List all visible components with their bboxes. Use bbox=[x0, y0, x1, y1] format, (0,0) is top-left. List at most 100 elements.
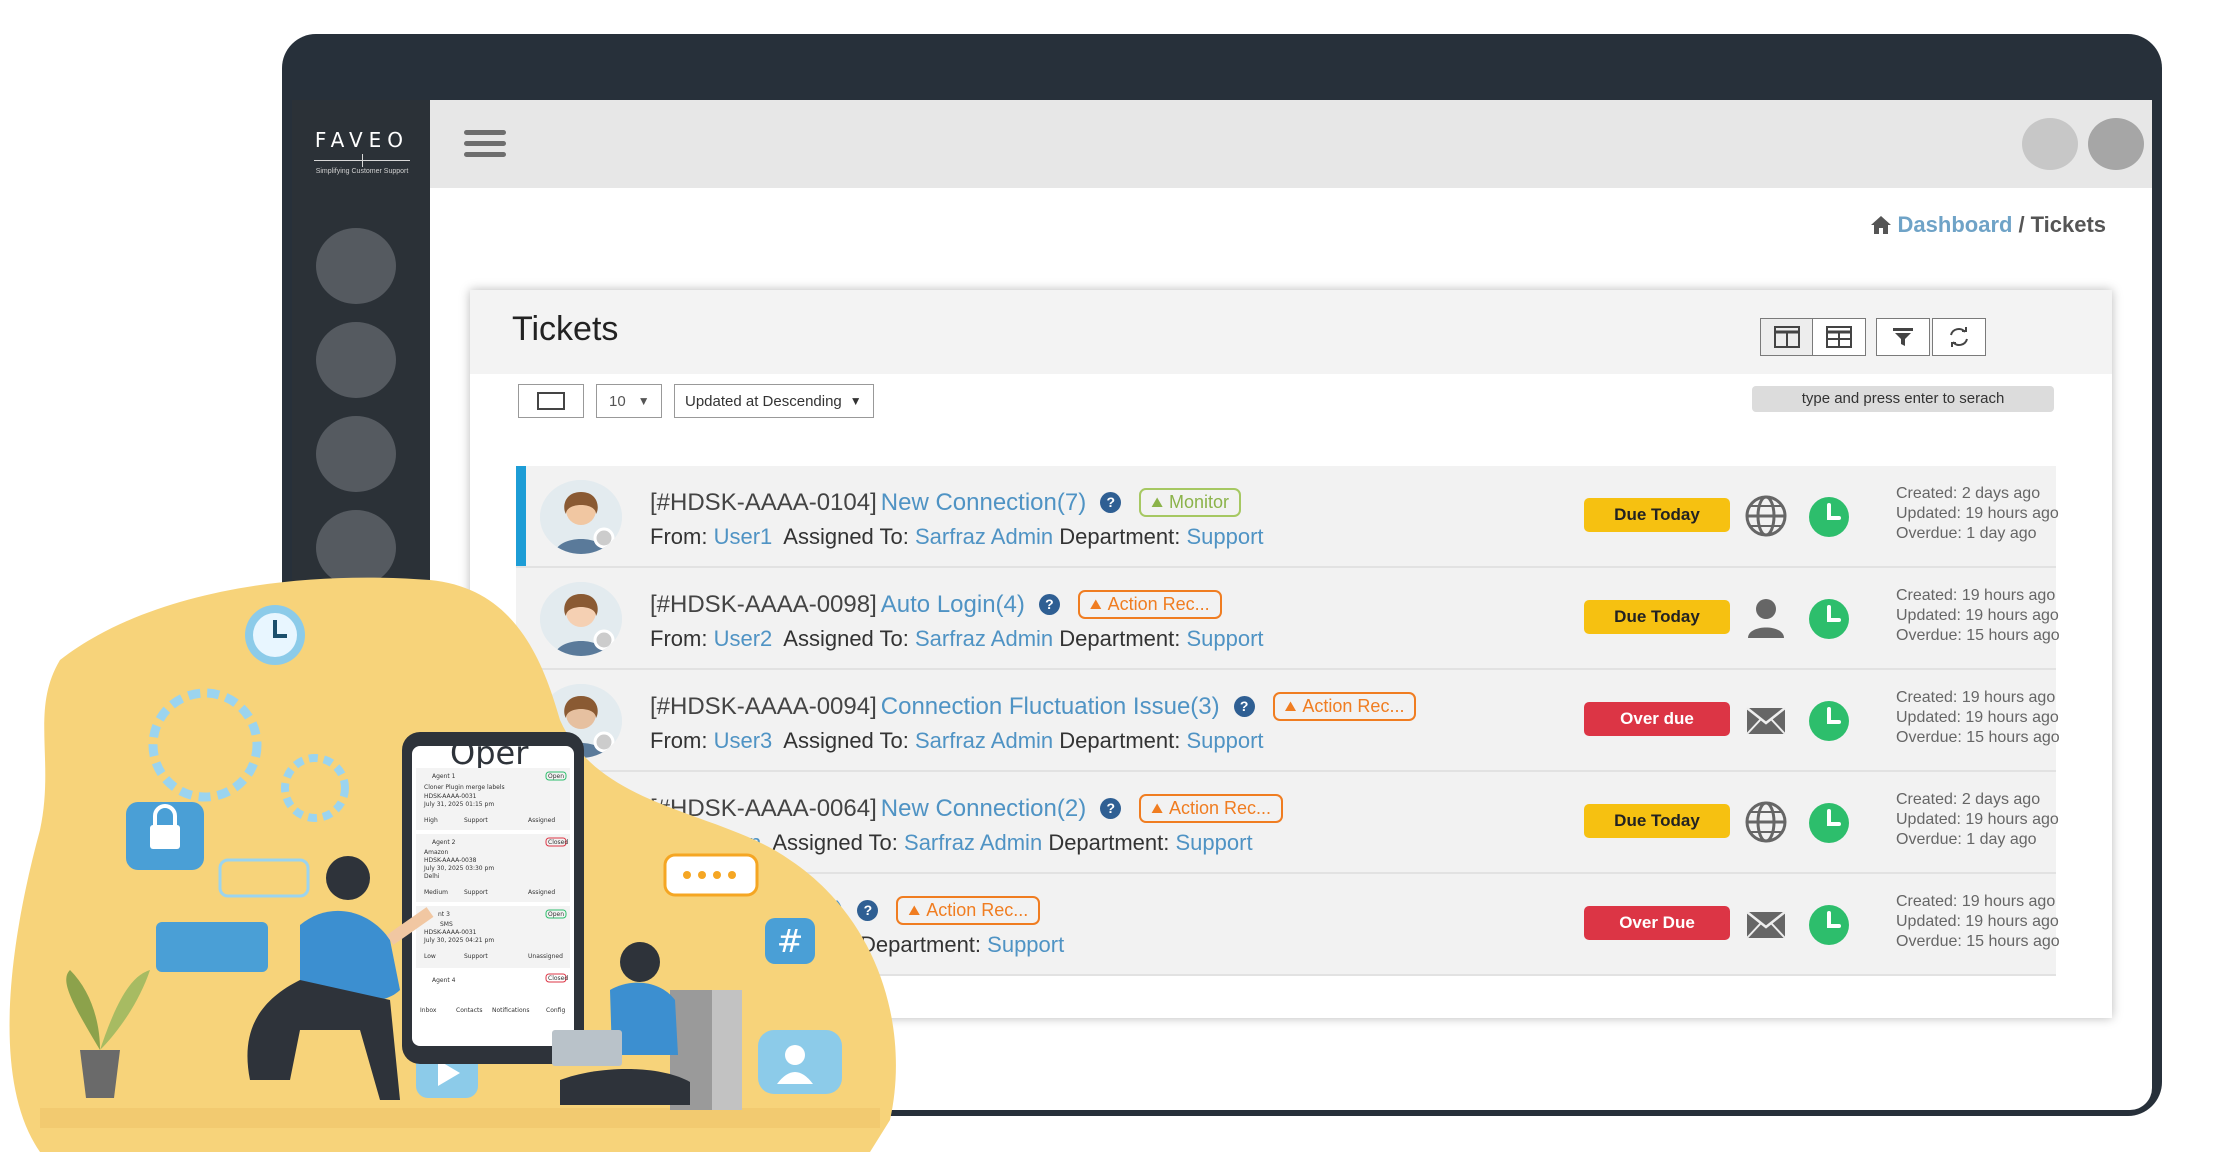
assigned-agent-link[interactable]: Sarfraz Admin bbox=[904, 830, 1042, 855]
filter-button[interactable] bbox=[1876, 318, 1930, 356]
breadcrumb: Dashboard / Tickets bbox=[1870, 212, 2106, 238]
help-icon[interactable]: ? bbox=[1038, 594, 1060, 615]
search-input[interactable]: type and press enter to serach bbox=[1752, 386, 2054, 412]
overdue-time: Overdue: 15 hours ago bbox=[1896, 627, 2060, 644]
due-status-badge: Due Today bbox=[1584, 804, 1730, 838]
overdue-time: Overdue: 15 hours ago bbox=[1896, 933, 2060, 950]
user-avatar[interactable] bbox=[2088, 118, 2144, 170]
created-time: Created: 19 hours ago bbox=[1896, 587, 2056, 604]
refresh-icon bbox=[1950, 327, 1968, 347]
svg-text:Low: Low bbox=[424, 953, 436, 960]
refresh-button[interactable] bbox=[1932, 318, 1986, 356]
table-view-button[interactable] bbox=[1812, 318, 1866, 356]
ticket-timestamps: Created: 19 hours ago Updated: 19 hours a… bbox=[1896, 586, 2060, 646]
department-link[interactable]: Support bbox=[1186, 524, 1263, 549]
svg-text:Assigned: Assigned bbox=[528, 817, 555, 824]
notification-avatar[interactable] bbox=[2022, 118, 2078, 170]
table-icon bbox=[1826, 326, 1852, 348]
department-label: Department: bbox=[1048, 830, 1170, 855]
updated-time: Updated: 19 hours ago bbox=[1896, 607, 2059, 624]
svg-text:Agent 4: Agent 4 bbox=[432, 977, 456, 984]
tag-icon: ⛰ bbox=[1089, 596, 1102, 612]
assigned-agent-link[interactable]: Sarfraz Admin bbox=[915, 728, 1053, 753]
svg-text:Support: Support bbox=[464, 889, 488, 896]
logo-divider bbox=[314, 154, 410, 168]
department-label: Department: bbox=[1059, 626, 1181, 651]
svg-text:HDSK-AAAA-0038: HDSK-AAAA-0038 bbox=[424, 857, 477, 864]
ticket-subject[interactable]: Connection Fluctuation Issue(3) bbox=[881, 693, 1220, 721]
tag-icon: ⛰ bbox=[1284, 698, 1297, 714]
ticket-label-tag[interactable]: ⛰ Action Rec... bbox=[1272, 692, 1417, 721]
tag-icon: ⛰ bbox=[1151, 800, 1163, 816]
clock-icon bbox=[1808, 700, 1850, 742]
avatar bbox=[540, 480, 622, 554]
svg-text:Agent 1: Agent 1 bbox=[432, 773, 456, 780]
ticket-label-tag[interactable]: ⛰ Action Rec... bbox=[1077, 590, 1222, 619]
table-row[interactable]: [#HDSK-AAAA-0104] New Connection(7)? ⛰ Moni… bbox=[516, 466, 2059, 568]
svg-text:Delhi: Delhi bbox=[424, 873, 440, 880]
mail-icon bbox=[1744, 902, 1794, 946]
ticket-id[interactable]: [#HDSK-AAAA-0104] bbox=[650, 489, 877, 517]
ticket-label-tag[interactable]: ⛰ Action Rec... bbox=[1139, 794, 1284, 823]
from-label: From: bbox=[650, 524, 708, 549]
help-icon[interactable]: ? bbox=[1100, 492, 1122, 513]
menu-icon[interactable] bbox=[464, 130, 506, 163]
sidebar-item-2[interactable] bbox=[316, 322, 396, 398]
department-link[interactable]: Support bbox=[1176, 830, 1253, 855]
ticket-label-tag[interactable]: ⛰ Monitor bbox=[1139, 488, 1242, 517]
logo-tagline: Simplifying Customer Support bbox=[315, 168, 409, 175]
column-view-button[interactable] bbox=[1760, 318, 1814, 356]
tag-label: Action Rec... bbox=[926, 900, 1029, 920]
svg-text:nt 3: nt 3 bbox=[438, 911, 450, 918]
ticket-timestamps: Created: 19 hours ago Updated: 19 hours a… bbox=[1896, 892, 2060, 952]
svg-text:High: High bbox=[424, 817, 438, 824]
svg-text:Amazon: Amazon bbox=[424, 849, 448, 856]
svg-text:Medium: Medium bbox=[424, 889, 448, 896]
per-page-select[interactable]: 10 ▼ bbox=[596, 384, 662, 418]
breadcrumb-dashboard[interactable]: Dashboard bbox=[1898, 212, 2013, 238]
help-icon[interactable]: ? bbox=[1100, 798, 1122, 819]
sort-value: Updated at Descending bbox=[685, 392, 842, 410]
ticket-subject[interactable]: New Connection(7) bbox=[881, 489, 1086, 517]
svg-text:Open: Open bbox=[548, 911, 564, 918]
overdue-time: Overdue: 1 day ago bbox=[1896, 831, 2037, 848]
faveo-logo[interactable]: FAVEO Simplifying Customer Support bbox=[310, 128, 414, 175]
panel-header: Tickets bbox=[470, 290, 2112, 374]
department-link[interactable]: Support bbox=[1186, 626, 1263, 651]
sidebar-item-1[interactable] bbox=[316, 228, 396, 304]
globe-icon bbox=[1744, 494, 1794, 538]
svg-text:Closed: Closed bbox=[548, 839, 568, 846]
svg-text:HDSK-AAAA-0031: HDSK-AAAA-0031 bbox=[424, 929, 477, 936]
assigned-label: Assigned To: bbox=[783, 524, 909, 549]
select-all-checkbox[interactable] bbox=[518, 384, 584, 418]
svg-text:Support: Support bbox=[464, 953, 488, 960]
user-icon bbox=[1744, 596, 1794, 640]
department-link[interactable]: Support bbox=[1186, 728, 1263, 753]
ticket-timestamps: Created: 2 days ago Updated: 19 hours ago… bbox=[1896, 484, 2059, 544]
support-team-illustration: # Oper Agent 1 Cloner Plugin merge label… bbox=[9, 577, 896, 1152]
clock-icon bbox=[1808, 598, 1850, 640]
svg-text:Agent 2: Agent 2 bbox=[432, 839, 456, 846]
svg-text:SMS: SMS bbox=[440, 921, 453, 928]
sidebar-item-3[interactable] bbox=[316, 416, 396, 492]
sort-select[interactable]: Updated at Descending ▼ bbox=[674, 384, 874, 418]
svg-text:July 30, 2025 04:21 pm: July 30, 2025 04:21 pm bbox=[423, 937, 494, 944]
created-time: Created: 19 hours ago bbox=[1896, 689, 2056, 706]
svg-text:HDSK-AAAA-0031: HDSK-AAAA-0031 bbox=[424, 793, 477, 800]
due-status-badge: Due Today bbox=[1584, 498, 1730, 532]
tag-label: Action Rec... bbox=[1302, 696, 1405, 716]
svg-text:Inbox: Inbox bbox=[420, 1007, 437, 1014]
svg-text:Unassigned: Unassigned bbox=[528, 953, 563, 960]
chevron-down-icon: ▼ bbox=[637, 394, 650, 408]
help-icon[interactable]: ? bbox=[1233, 696, 1255, 717]
assigned-agent-link[interactable]: Sarfraz Admin bbox=[915, 524, 1053, 549]
department-link[interactable]: Support bbox=[987, 932, 1064, 957]
home-icon bbox=[1870, 216, 1891, 234]
tag-label: Monitor bbox=[1168, 492, 1230, 512]
clock-icon bbox=[1808, 904, 1850, 946]
ticket-timestamps: Created: 2 days ago Updated: 19 hours ago… bbox=[1896, 790, 2059, 850]
svg-text:Closed: Closed bbox=[548, 975, 568, 982]
department-label: Department: bbox=[1059, 728, 1181, 753]
from-user-link[interactable]: User1 bbox=[714, 524, 773, 549]
assigned-agent-link[interactable]: Sarfraz Admin bbox=[915, 626, 1053, 651]
